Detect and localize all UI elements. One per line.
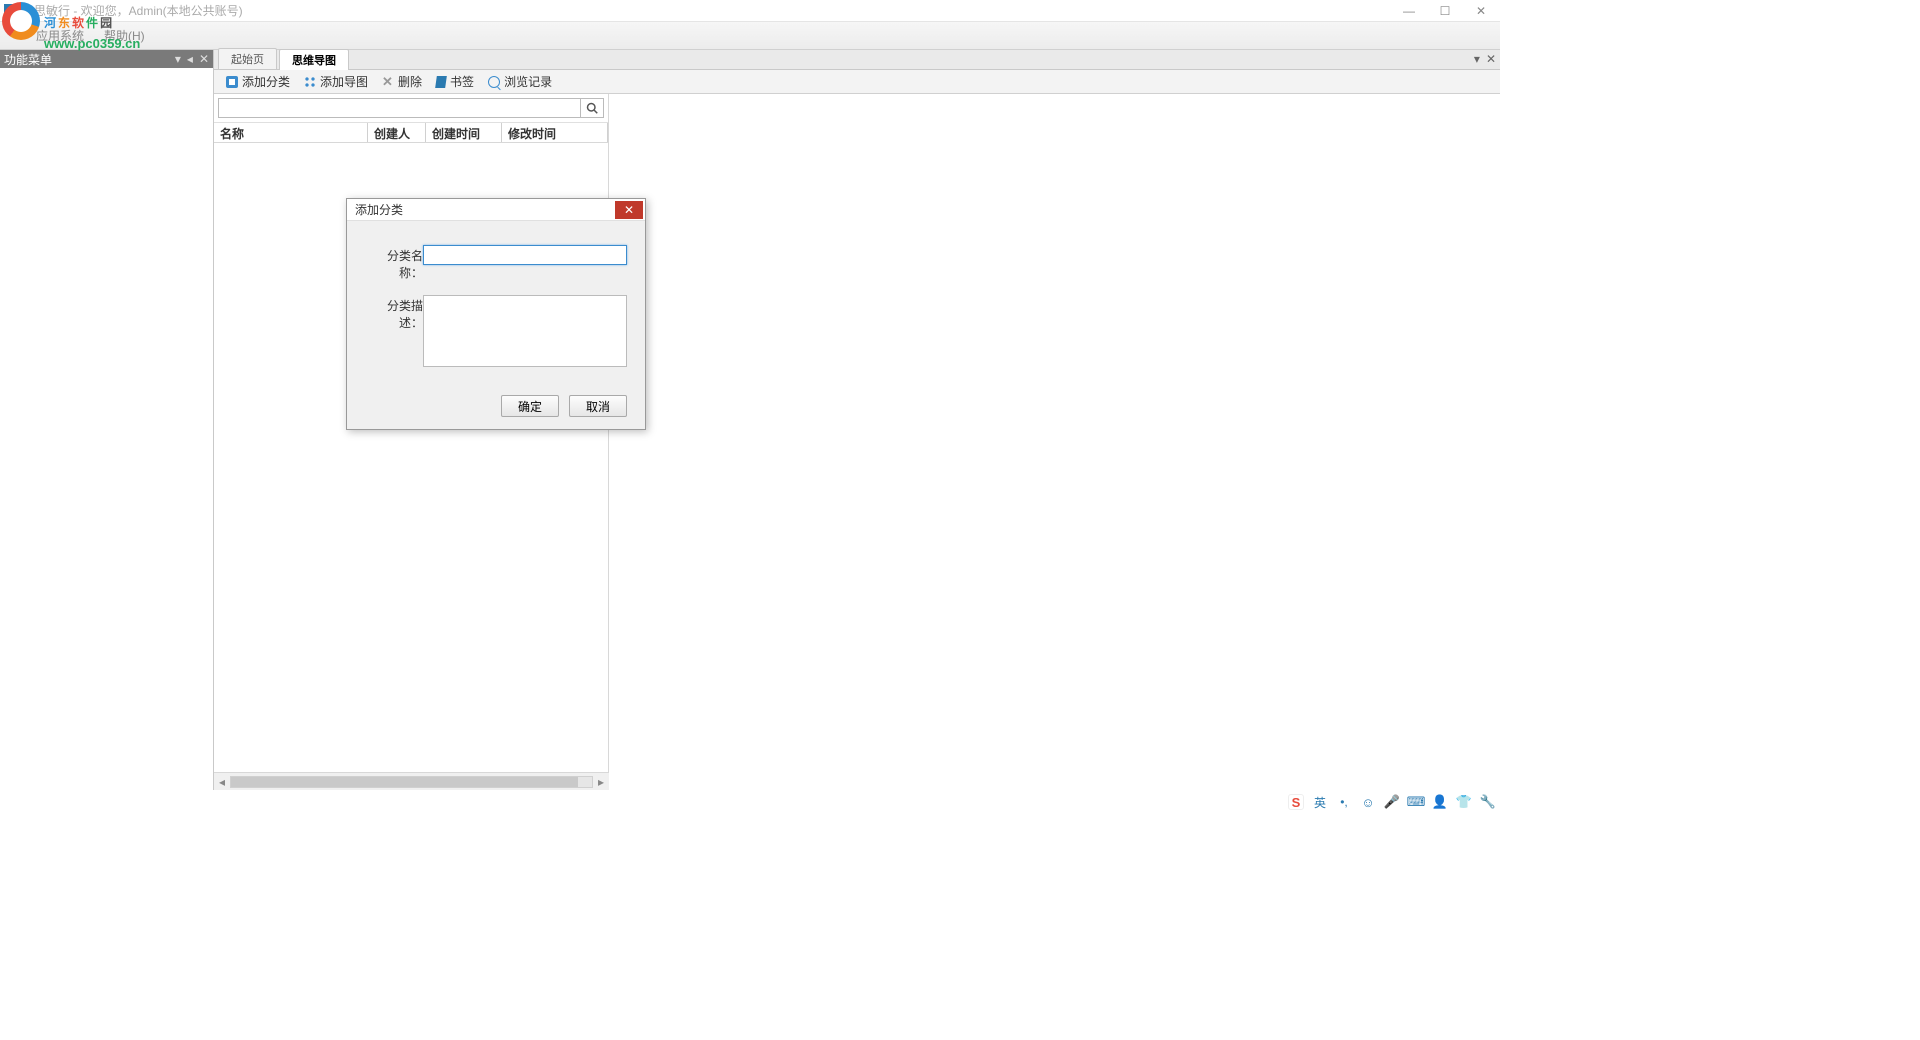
sidebar-title: 功能菜单 xyxy=(4,51,175,68)
scroll-track[interactable] xyxy=(230,776,593,788)
menu-help[interactable]: 帮助(H) xyxy=(94,27,155,44)
horizontal-scrollbar[interactable]: ◂ ▸ xyxy=(214,772,609,790)
bookmark-icon xyxy=(435,76,447,88)
search-button[interactable] xyxy=(580,98,604,118)
left-pane: 名称 创建人 创建时间 修改时间 xyxy=(214,94,609,772)
sidebar-pin-icon[interactable]: ◂ xyxy=(187,52,193,66)
ime-settings-icon[interactable]: 🔧 xyxy=(1480,794,1496,810)
sidebar-dropdown-icon[interactable]: ▾ xyxy=(175,52,181,66)
label-category-name: 分类名称： xyxy=(365,245,423,281)
dialog-ok-button[interactable]: 确定 xyxy=(501,395,559,417)
search-row xyxy=(214,94,608,123)
toolbar-bookmark-button[interactable]: 书签 xyxy=(430,71,480,92)
add-category-icon xyxy=(226,76,238,88)
window-maximize-button[interactable]: ☐ xyxy=(1436,4,1454,18)
dialog-body: 分类名称： 分类描述： xyxy=(347,221,645,391)
main-region: 功能菜单 ▾ ◂ ✕ 起始页 思维导图 ▾ ✕ 添加分类 xyxy=(0,50,1500,790)
scroll-right-arrow-icon[interactable]: ▸ xyxy=(593,775,609,789)
window-title: 志思敏行 - 欢迎您，Admin(本地公共账号) xyxy=(22,2,1400,19)
window-minimize-button[interactable]: — xyxy=(1400,4,1418,18)
add-map-icon xyxy=(304,76,316,88)
browse-history-icon xyxy=(488,76,500,88)
toolbar-browse-label: 浏览记录 xyxy=(504,73,552,90)
delete-icon: ✕ xyxy=(382,76,394,88)
sidebar: 功能菜单 ▾ ◂ ✕ xyxy=(0,50,214,790)
scroll-thumb[interactable] xyxy=(231,777,578,787)
close-icon: ✕ xyxy=(624,203,634,217)
label-category-desc: 分类描述： xyxy=(365,295,423,331)
tab-strip: 起始页 思维导图 ▾ ✕ xyxy=(214,50,1500,70)
tabstrip-menu-icon[interactable]: ▾ xyxy=(1474,52,1480,66)
dialog-button-row: 确定 取消 xyxy=(347,391,645,429)
ime-skin-icon[interactable]: 👕 xyxy=(1456,794,1472,810)
tab-mindmap[interactable]: 思维导图 xyxy=(279,49,349,70)
sidebar-close-icon[interactable]: ✕ xyxy=(199,52,209,66)
ime-keyboard-icon[interactable]: ⌨ xyxy=(1408,794,1424,810)
window-controls: — ☐ ✕ xyxy=(1400,4,1490,18)
right-pane xyxy=(609,94,1500,772)
toolbar-delete-label: 删除 xyxy=(398,73,422,90)
ime-sogou-icon[interactable]: S xyxy=(1288,794,1304,810)
toolbar: 添加分类 添加导图 ✕ 删除 书签 浏览记录 xyxy=(214,70,1500,94)
toolbar-add-map-label: 添加导图 xyxy=(320,73,368,90)
toolbar-delete-button[interactable]: ✕ 删除 xyxy=(376,71,428,92)
dialog-titlebar[interactable]: 添加分类 ✕ xyxy=(347,199,645,221)
input-category-name[interactable] xyxy=(423,245,627,265)
scroll-left-arrow-icon[interactable]: ◂ xyxy=(214,775,230,789)
search-icon xyxy=(586,102,598,114)
sidebar-header: 功能菜单 ▾ ◂ ✕ xyxy=(0,50,213,68)
tabstrip-close-icon[interactable]: ✕ xyxy=(1486,52,1496,66)
ime-mic-icon[interactable]: 🎤 xyxy=(1384,794,1400,810)
sidebar-body xyxy=(0,68,213,790)
col-creator[interactable]: 创建人 xyxy=(368,123,426,142)
column-headers: 名称 创建人 创建时间 修改时间 xyxy=(214,123,608,143)
toolbar-browse-history-button[interactable]: 浏览记录 xyxy=(482,71,558,92)
content-body: 名称 创建人 创建时间 修改时间 xyxy=(214,94,1500,772)
ime-tray: S 英 •, ☺ 🎤 ⌨ 👤 👕 🔧 xyxy=(1288,794,1496,810)
menu-bar: 应用系统 帮助(H) xyxy=(0,22,1500,50)
ime-punct-icon[interactable]: •, xyxy=(1336,794,1352,810)
ime-lang-icon[interactable]: 英 xyxy=(1312,794,1328,810)
add-category-dialog: 添加分类 ✕ 分类名称： 分类描述： 确定 取消 xyxy=(346,198,646,430)
dialog-title: 添加分类 xyxy=(355,201,615,218)
input-category-desc[interactable] xyxy=(423,295,627,367)
toolbar-add-category-button[interactable]: 添加分类 xyxy=(220,71,296,92)
search-input[interactable] xyxy=(218,98,580,118)
col-created-time[interactable]: 创建时间 xyxy=(426,123,502,142)
window-titlebar: 志思敏行 - 欢迎您，Admin(本地公共账号) — ☐ ✕ xyxy=(0,0,1500,22)
ime-user-icon[interactable]: 👤 xyxy=(1432,794,1448,810)
toolbar-add-category-label: 添加分类 xyxy=(242,73,290,90)
ime-emoji-icon[interactable]: ☺ xyxy=(1360,794,1376,810)
toolbar-bookmark-label: 书签 xyxy=(450,73,474,90)
dialog-cancel-button[interactable]: 取消 xyxy=(569,395,627,417)
dialog-close-button[interactable]: ✕ xyxy=(615,201,643,219)
col-modified-time[interactable]: 修改时间 xyxy=(502,123,608,142)
tab-start-page[interactable]: 起始页 xyxy=(218,48,277,69)
window-close-button[interactable]: ✕ xyxy=(1472,4,1490,18)
menu-app-system[interactable]: 应用系统 xyxy=(26,27,94,44)
col-name[interactable]: 名称 xyxy=(214,123,368,142)
toolbar-add-map-button[interactable]: 添加导图 xyxy=(298,71,374,92)
app-icon xyxy=(4,4,18,18)
